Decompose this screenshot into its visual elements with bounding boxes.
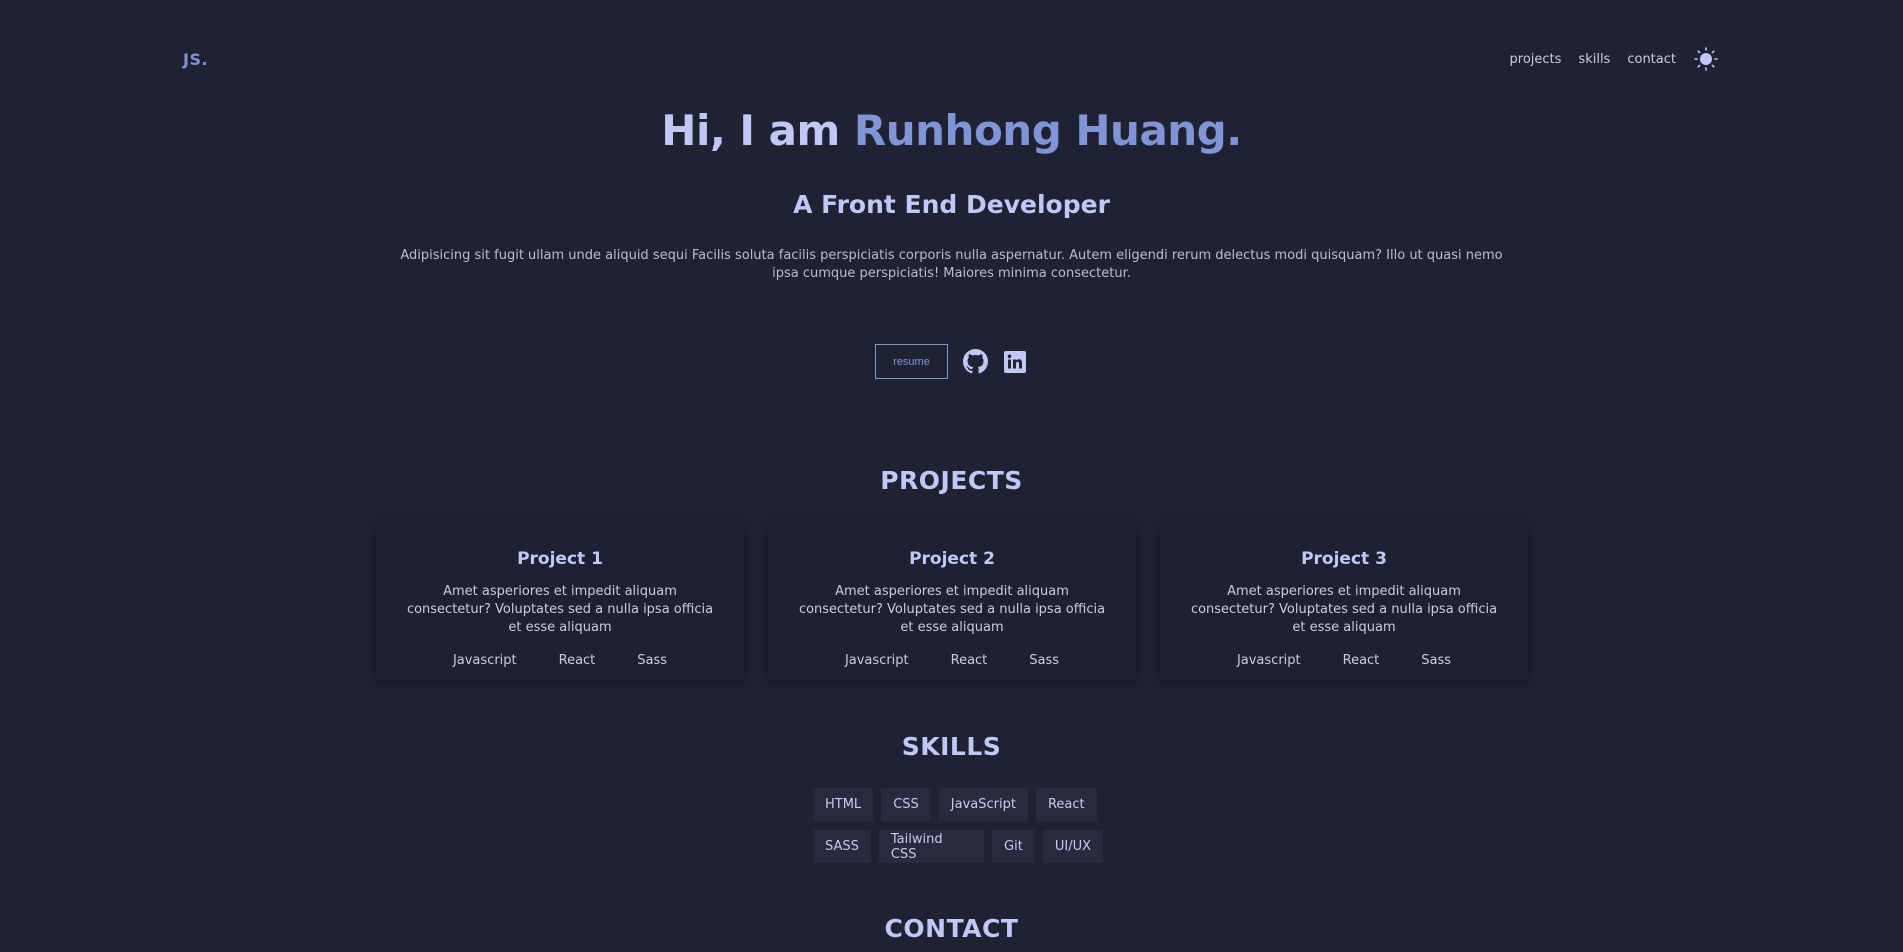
hero-title: Hi, I am Runhong Huang. [0,106,1903,155]
nav-link-contact[interactable]: contact [1627,52,1676,67]
hero-name: Runhong Huang. [853,106,1242,155]
theme-toggle-button[interactable] [1693,46,1719,72]
skill-badge: JavaScript [938,788,1028,821]
skill-badge: Tailwind CSS [878,830,985,863]
project-card-2[interactable]: Project 2 Amet asperiores et impedit ali… [768,522,1136,680]
linkedin-link[interactable] [1002,349,1028,375]
skill-badge: React [1035,788,1097,821]
project-tag: Sass [1029,653,1060,668]
skills-list: HTML CSS JavaScript React SASS Tailwind … [813,788,1103,872]
linkedin-icon [1004,350,1026,373]
github-icon [962,349,988,374]
skills-heading: SKILLS [901,732,1002,761]
hero-greeting: Hi, I am [661,106,854,155]
project-tags: Javascript React Sass [824,653,1080,668]
project-tag: Sass [1421,653,1452,668]
skill-badge: CSS [881,788,931,821]
project-card-3[interactable]: Project 3 Amet asperiores et impedit ali… [1160,522,1528,680]
skill-row: HTML CSS JavaScript React [813,788,1103,821]
project-tag: React [558,653,596,668]
project-card-1[interactable]: Project 1 Amet asperiores et impedit ali… [376,522,744,680]
project-tag: Javascript [1236,653,1301,668]
project-tag: Sass [637,653,668,668]
contact-heading: CONTACT [884,914,1019,943]
logo[interactable]: JS. [183,50,208,69]
skill-badge: HTML [813,788,874,821]
skill-badge: Git [992,830,1035,863]
project-description: Amet asperiores et impedit aliquam conse… [1190,584,1498,635]
project-tags: Javascript React Sass [432,653,688,668]
projects-list: Project 1 Amet asperiores et impedit ali… [376,522,1528,680]
resume-button[interactable]: resume [875,344,948,379]
project-tags: Javascript React Sass [1216,653,1472,668]
hero-description: Adipisicing sit fugit ullam unde aliquid… [400,248,1503,281]
project-title: Project 3 [1301,549,1387,569]
projects-heading: PROJECTS [880,466,1023,495]
project-tag: Javascript [844,653,909,668]
hero-actions: resume [0,344,1903,379]
skill-row: SASS Tailwind CSS Git UI/UX [813,830,1103,863]
skill-badge: SASS [813,830,871,863]
main-nav: projects skills contact [1510,46,1719,72]
project-tag: React [950,653,988,668]
sun-icon [1694,47,1718,71]
project-description: Amet asperiores et impedit aliquam conse… [406,584,714,635]
nav-link-skills[interactable]: skills [1578,52,1610,67]
hero-subtitle: A Front End Developer [793,190,1110,219]
skill-badge: UI/UX [1042,830,1103,863]
project-tag: Javascript [452,653,517,668]
project-title: Project 1 [517,549,603,569]
nav-link-projects[interactable]: projects [1510,52,1562,67]
project-tag: React [1342,653,1380,668]
project-description: Amet asperiores et impedit aliquam conse… [798,584,1106,635]
project-title: Project 2 [909,549,995,569]
github-link[interactable] [962,349,988,375]
